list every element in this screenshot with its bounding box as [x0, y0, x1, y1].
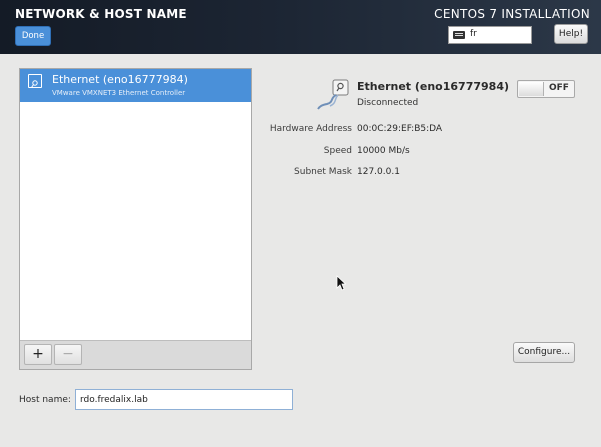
speed-value: 10000 Mb/s [357, 146, 410, 156]
keyboard-layout-indicator[interactable]: fr [448, 26, 532, 44]
connection-toggle[interactable]: OFF [517, 80, 575, 98]
list-item-ethernet[interactable]: Ethernet (eno16777984) VMware VMXNET3 Et… [20, 69, 251, 102]
device-list-item-description: VMware VMXNET3 Ethernet Controller [52, 89, 186, 97]
hardware-address-value: 00:0C:29:EF:B5:DA [357, 124, 443, 134]
keyboard-layout-label: fr [470, 29, 477, 39]
device-name: Ethernet (eno16777984) [357, 80, 510, 93]
subnet-mask-label: Subnet Mask [294, 167, 352, 177]
mouse-cursor-icon [336, 275, 347, 291]
help-button[interactable]: Help! [554, 24, 588, 44]
host-name-input[interactable] [75, 389, 293, 410]
done-button[interactable]: Done [15, 26, 51, 46]
add-device-button[interactable]: + [24, 344, 52, 365]
hardware-address-label: Hardware Address [269, 124, 352, 134]
subnet-mask-value: 127.0.0.1 [357, 167, 400, 177]
list-toolbar: + − [20, 340, 251, 369]
ethernet-icon [28, 74, 42, 88]
top-bar: NETWORK & HOST NAME Done CENTOS 7 INSTAL… [0, 0, 601, 54]
toggle-knob [519, 82, 544, 96]
host-name-label: Host name: [19, 395, 71, 405]
configure-button[interactable]: Configure... [513, 342, 575, 363]
installation-title: CENTOS 7 INSTALLATION [434, 7, 590, 21]
remove-device-button[interactable]: − [54, 344, 82, 365]
keyboard-icon [453, 31, 465, 39]
ethernet-icon [316, 78, 352, 112]
device-list-item-title: Ethernet (eno16777984) [52, 73, 188, 86]
speed-label: Speed [323, 146, 352, 156]
page-title: NETWORK & HOST NAME [15, 7, 187, 21]
device-status: Disconnected [357, 98, 419, 108]
toggle-state-label: OFF [549, 83, 569, 93]
network-device-list: Ethernet (eno16777984) VMware VMXNET3 Et… [19, 68, 252, 370]
